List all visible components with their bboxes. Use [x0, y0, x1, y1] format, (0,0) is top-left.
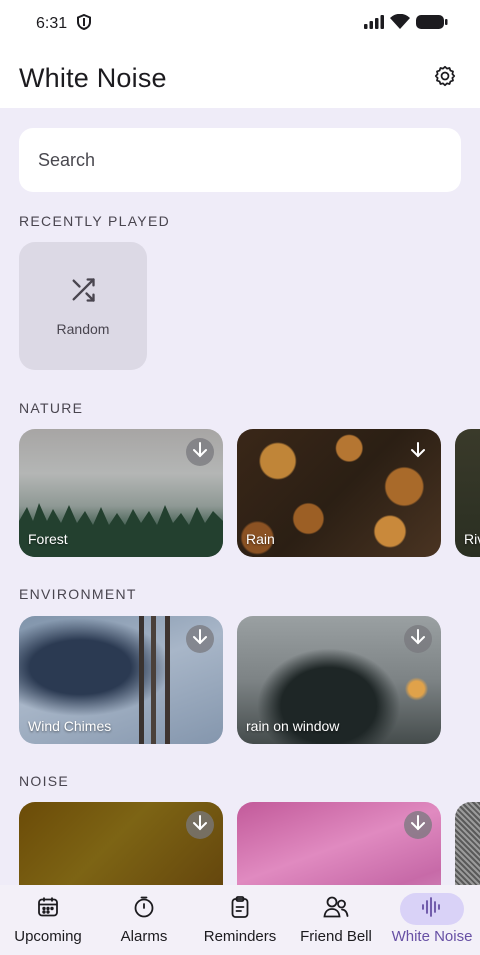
sound-card-rain[interactable]: Rain: [237, 429, 441, 557]
environment-row: Wind Chimes rain on window: [0, 616, 480, 744]
people-icon: [323, 895, 349, 924]
nav-label: Upcoming: [14, 928, 82, 945]
download-button[interactable]: [404, 625, 432, 653]
download-button[interactable]: [404, 438, 432, 466]
sound-card-rain-on-window[interactable]: rain on window: [237, 616, 441, 744]
nav-label: Reminders: [203, 928, 277, 945]
search-bar[interactable]: Search: [19, 128, 461, 192]
nav-label: White Noise: [391, 928, 473, 945]
nav-item-reminders[interactable]: Reminders: [192, 893, 288, 945]
sound-card-label: Forest: [28, 531, 68, 547]
shield-icon: [77, 13, 92, 35]
timer-icon: [132, 895, 156, 924]
settings-button[interactable]: [430, 63, 460, 93]
nav-item-white-noise[interactable]: White Noise: [384, 893, 480, 945]
sound-card-pink-noise[interactable]: [237, 802, 441, 885]
status-bar: 6:31: [0, 0, 480, 48]
nav-item-alarms[interactable]: Alarms: [96, 893, 192, 945]
section-label-nature: NATURE: [19, 400, 84, 416]
content-area[interactable]: Search RECENTLY PLAYED Random NATURE For…: [0, 108, 480, 885]
page-title: White Noise: [19, 62, 167, 93]
status-time: 6:31: [36, 15, 68, 32]
nav-item-upcoming[interactable]: Upcoming: [0, 893, 96, 945]
download-button[interactable]: [186, 625, 214, 653]
signal-icon: [364, 14, 384, 34]
bottom-navigation: Upcoming Alarms Reminders Friend Bell Wh…: [0, 885, 480, 955]
sound-card-label: rain on window: [246, 718, 340, 734]
download-button[interactable]: [404, 811, 432, 839]
random-label: Random: [56, 320, 110, 337]
download-icon: [411, 628, 425, 650]
nav-label: Alarms: [120, 928, 168, 945]
wifi-icon: [390, 13, 410, 34]
download-icon: [411, 814, 425, 836]
section-label-recently-played: RECENTLY PLAYED: [19, 213, 170, 229]
sound-card-label: Wind Chimes: [28, 718, 112, 734]
app-header: White Noise: [0, 48, 480, 108]
nature-row: Forest Rain Riv: [0, 429, 480, 557]
battery-icon: [416, 14, 448, 35]
random-tile[interactable]: Random: [19, 242, 147, 370]
calendar-icon: [36, 895, 60, 924]
sound-card-river[interactable]: Riv: [455, 429, 480, 557]
sound-card-label: Riv: [464, 531, 480, 547]
download-icon: [193, 628, 207, 650]
download-icon: [411, 441, 425, 463]
noise-row: [0, 802, 480, 885]
gear-icon: [432, 63, 458, 94]
nav-label: Friend Bell: [300, 928, 372, 945]
waveform-icon: [420, 895, 444, 924]
section-label-noise: NOISE: [19, 773, 70, 789]
sound-card-brown-noise[interactable]: [19, 802, 223, 885]
download-button[interactable]: [186, 438, 214, 466]
shuffle-icon: [69, 276, 97, 309]
clipboard-icon: [228, 895, 252, 924]
nav-item-friend-bell[interactable]: Friend Bell: [288, 893, 384, 945]
sound-card-wind-chimes[interactable]: Wind Chimes: [19, 616, 223, 744]
download-icon: [193, 441, 207, 463]
search-placeholder: Search: [38, 149, 96, 170]
sound-card-forest[interactable]: Forest: [19, 429, 223, 557]
sound-card-white-noise[interactable]: [455, 802, 480, 885]
sound-card-label: Rain: [246, 531, 275, 547]
download-icon: [193, 814, 207, 836]
section-label-environment: ENVIRONMENT: [19, 586, 137, 602]
download-button[interactable]: [186, 811, 214, 839]
